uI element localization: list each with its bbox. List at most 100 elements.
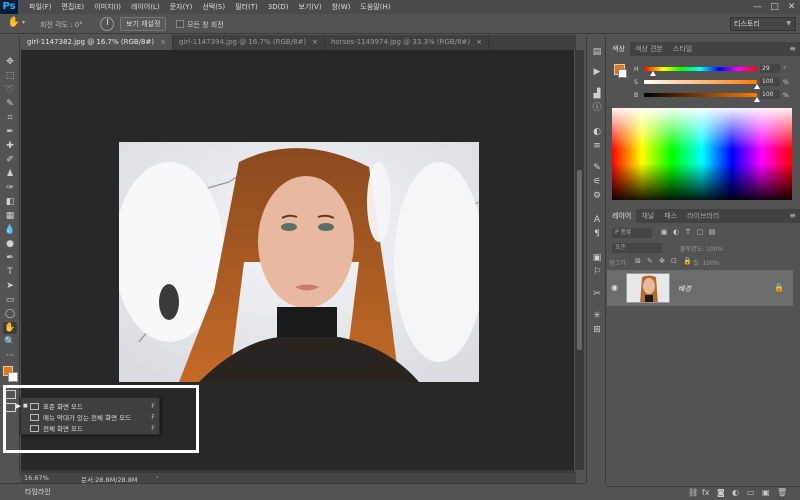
fx-icon[interactable]: fx [702, 488, 710, 497]
crop-tool-icon[interactable]: ⌗ [3, 112, 17, 124]
lock-position-icon[interactable]: ✥ [659, 257, 665, 265]
menu-image[interactable]: 이미지(I) [89, 0, 126, 14]
history-icon[interactable]: ▤ [590, 46, 604, 58]
brush-presets-icon[interactable]: ⚟ [590, 176, 604, 188]
chevron-right-icon[interactable]: › [156, 474, 158, 481]
color-background-swatch[interactable] [618, 69, 627, 78]
type-filter-icon[interactable]: T [684, 228, 692, 236]
marquee-tool-icon[interactable]: ⬚ [3, 70, 17, 82]
hue-slider-knob[interactable] [650, 71, 657, 76]
background-color-swatch[interactable] [8, 372, 18, 382]
maximize-button[interactable]: □ [766, 0, 783, 14]
color-spectrum-picker[interactable] [612, 108, 792, 200]
tab-layers[interactable]: 레이어 [607, 209, 637, 223]
menu-filter[interactable]: 필터(T) [230, 0, 263, 14]
healing-brush-tool-icon[interactable]: ✚ [3, 140, 17, 152]
menu-window[interactable]: 창(W) [327, 0, 356, 14]
tab-swatches[interactable]: 색상 견본 [630, 42, 668, 56]
tab-styles[interactable]: 스타일 [668, 42, 697, 56]
hue-slider[interactable] [644, 67, 757, 71]
zoom-tool-icon[interactable]: 🔍 [3, 336, 17, 348]
lock-artboard-icon[interactable]: ⊡ [671, 257, 677, 265]
panel-menu-icon[interactable]: ≡ [789, 211, 796, 220]
lock-paint-icon[interactable]: ✎ [647, 257, 653, 265]
history-brush-tool-icon[interactable]: ✑ [3, 182, 17, 194]
blend-mode-select[interactable]: 표준 [612, 243, 662, 253]
document-image[interactable] [119, 142, 479, 382]
paragraph-icon[interactable]: ¶ [590, 228, 604, 240]
type-tool-icon[interactable]: T [3, 266, 17, 278]
histogram-icon[interactable]: ▟ [590, 88, 604, 100]
tab-paths[interactable]: 패스 [659, 209, 682, 223]
hue-value[interactable]: 29 [760, 64, 780, 73]
path-select-tool-icon[interactable]: ➤ [3, 280, 17, 292]
document-tab[interactable]: girl-1147394.jpg @ 16.7% (RGB/8#) × [173, 35, 325, 50]
shape-filter-icon[interactable]: ▢ [696, 228, 704, 236]
menu-select[interactable]: 선택(S) [197, 0, 230, 14]
eraser-tool-icon[interactable]: ◧ [3, 196, 17, 208]
zoom-level[interactable]: 16.67% [24, 474, 49, 482]
smart-object-filter-icon[interactable]: ▤ [708, 228, 716, 236]
close-tab-icon[interactable]: × [476, 35, 482, 50]
document-tab[interactable]: horses-1149974.jpg @ 33.3% (RGB/8#) × [325, 35, 489, 50]
link-icon[interactable]: ⛓ [688, 488, 698, 497]
ellipse-tool-icon[interactable]: ◯ [3, 308, 17, 320]
character-icon[interactable]: A [590, 214, 604, 226]
tab-channels[interactable]: 채널 [636, 209, 659, 223]
menu-edit[interactable]: 편집(E) [56, 0, 89, 14]
layer-filter-select[interactable]: P 종류 [612, 228, 652, 238]
saturation-value[interactable]: 100 [760, 77, 780, 86]
info-icon[interactable]: ⓘ [590, 102, 604, 114]
3d-icon[interactable]: ✳ [590, 310, 604, 322]
blur-tool-icon[interactable]: 💧 [3, 224, 17, 236]
tools-icon[interactable]: ✂ [590, 288, 604, 300]
move-tool-icon[interactable]: ✥ [3, 56, 17, 68]
opacity-field[interactable]: 불투명도: 100% [680, 244, 723, 253]
lock-all-icon[interactable]: 🔒 [683, 257, 692, 265]
menu-layer[interactable]: 레이어(L) [126, 0, 165, 14]
tool-preset-caret-icon[interactable]: ▾ [22, 19, 25, 26]
menu-3d[interactable]: 3D(D) [263, 0, 294, 14]
close-button[interactable]: ✕ [783, 0, 800, 14]
hand-tool-icon[interactable]: ✋ [3, 322, 17, 334]
menu-view[interactable]: 보기(V) [293, 0, 326, 14]
glyphs-icon[interactable]: ▣ [590, 252, 604, 264]
rotate-all-windows-checkbox[interactable] [176, 20, 184, 28]
panel-menu-icon[interactable]: ≡ [789, 44, 796, 53]
gradient-tool-icon[interactable]: ▦ [3, 210, 17, 222]
brightness-value[interactable]: 100 [760, 90, 780, 99]
pixel-filter-icon[interactable]: ▣ [660, 228, 668, 236]
saturation-slider[interactable] [644, 80, 757, 84]
reset-view-button[interactable]: 보기 재설정 [120, 17, 167, 31]
adjustments-icon[interactable]: ◐ [590, 126, 604, 138]
paths-icon[interactable]: ⊞ [590, 324, 604, 336]
timeline-tab[interactable]: 타임라인 [25, 487, 51, 497]
dodge-tool-icon[interactable]: ● [3, 238, 17, 250]
eyedropper-tool-icon[interactable]: ✒ [3, 126, 17, 138]
new-layer-icon[interactable]: ▣ [762, 488, 770, 497]
clone-stamp-tool-icon[interactable]: ♟ [3, 168, 17, 180]
pen-tool-icon[interactable]: ✒ [3, 252, 17, 264]
menu-file[interactable]: 파일(F) [24, 0, 56, 14]
tab-libraries[interactable]: 라이브러리 [682, 209, 724, 223]
group-icon[interactable]: ▭ [747, 488, 755, 497]
workspace-select[interactable]: 티스토리 ▼ [730, 17, 796, 31]
vertical-scrollbar-thumb[interactable] [577, 170, 582, 350]
close-tab-icon[interactable]: × [160, 35, 166, 50]
brush-tool-icon[interactable]: ✐ [3, 154, 17, 166]
rotation-dial[interactable] [100, 17, 114, 31]
quick-select-tool-icon[interactable]: ✎ [3, 98, 17, 110]
adjustment-icon[interactable]: ◐ [732, 488, 739, 497]
delete-icon[interactable]: 🗑 [777, 488, 787, 497]
properties-icon[interactable]: ≡ [590, 140, 604, 152]
tab-color[interactable]: 색상 [607, 42, 630, 56]
brush-settings-icon[interactable]: ✎ [590, 162, 604, 174]
more-tools-icon[interactable]: ··· [3, 350, 17, 362]
lasso-tool-icon[interactable]: ➰ [3, 84, 17, 96]
close-tab-icon[interactable]: × [312, 35, 318, 50]
minimize-button[interactable]: — [749, 0, 766, 14]
visibility-eye-icon[interactable]: ◉ [611, 283, 618, 292]
menu-type[interactable]: 문자(Y) [165, 0, 198, 14]
shape-tool-icon[interactable]: ▭ [3, 294, 17, 306]
adjustment-filter-icon[interactable]: ◐ [672, 228, 680, 236]
